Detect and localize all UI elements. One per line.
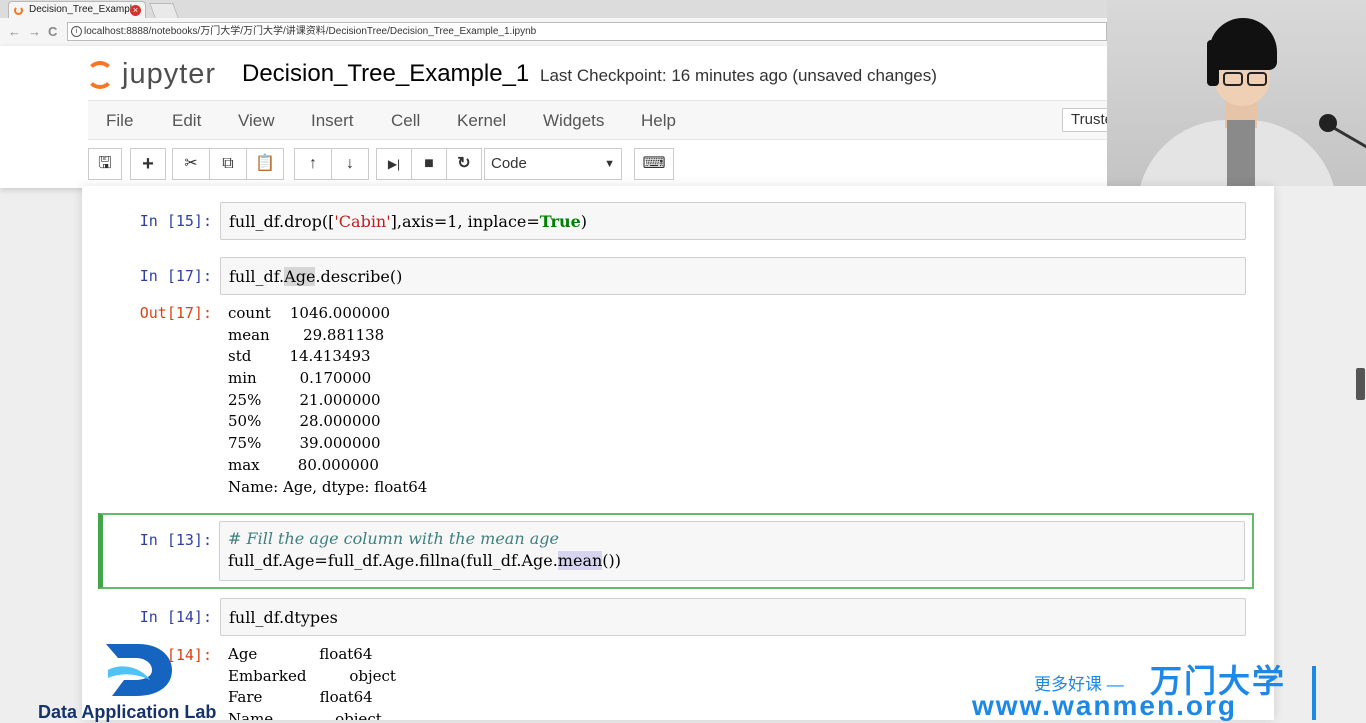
reload-icon[interactable]: C [48,24,57,39]
code-token: full_df.Age=full_df.Age.fillna(full_df.A… [228,551,558,570]
code-input[interactable]: full_df.dtypes [220,598,1246,636]
cell-type-select[interactable]: Code ▼ [484,148,622,180]
cell-output: count 1046.000000 mean 29.881138 std 14.… [228,303,427,498]
presenter-shirt [1227,120,1255,186]
input-prompt: In [15]: [139,212,212,230]
code-comment: # Fill the age column with the mean age [228,529,559,548]
back-icon[interactable]: ← [8,24,21,39]
url-field[interactable]: i localhost:8888/notebooks/万门大学/万门大学/讲课资… [67,22,1107,41]
paste-icon[interactable]: 📋 [246,148,284,180]
code-line: full_df.Age.describe() [229,266,1237,288]
input-prompt: In [17]: [139,267,212,285]
run-icon[interactable]: ▶| [376,148,412,180]
glasses-right [1247,72,1267,86]
jupyter-logo-icon [86,61,114,89]
browser-tab-title: Decision_Tree_Exampl [29,4,133,15]
input-prompt: In [13]: [139,531,212,549]
code-highlight: Age [284,267,316,286]
restart-icon[interactable]: ↻ [446,148,482,180]
menu-kernel[interactable]: Kernel [457,111,506,131]
tab-close-icon[interactable]: × [130,5,141,16]
jupyter-favicon-icon [14,6,23,15]
output-line: mean 29.881138 [228,325,385,344]
output-prompt: Out[17]: [139,304,212,322]
code-token: ],axis=1, inplace= [390,212,540,231]
output-line: 50% 28.000000 [228,412,381,431]
output-line: 75% 39.000000 [228,434,381,453]
wanmen-url: www.wanmen.org [972,690,1237,721]
chevron-down-icon: ▼ [604,158,615,170]
code-keyword: True [539,212,581,231]
notebook-container: In [15]: full_df.drop(['Cabin'],axis=1, … [82,186,1274,720]
cell-type-value: Code [491,155,527,172]
cut-icon[interactable]: ✂ [172,148,210,180]
browser-tab-strip: Decision_Tree_Exampl × [0,0,1107,18]
output-line: 25% 21.000000 [228,390,381,409]
code-string: 'Cabin' [334,212,391,231]
output-line: max 80.000000 [228,455,379,474]
code-input[interactable]: full_df.drop(['Cabin'],axis=1, inplace=T… [220,202,1246,240]
save-icon[interactable]: 🖫 [88,148,122,180]
glasses-icon [1223,72,1243,86]
move-up-icon[interactable]: ↑ [294,148,332,180]
input-prompt: In [14]: [139,608,212,626]
add-cell-icon[interactable]: + [130,148,166,180]
stop-icon[interactable]: ■ [411,148,447,180]
move-down-icon[interactable]: ↓ [331,148,369,180]
code-token: full_df.drop([ [229,212,335,231]
menu-help[interactable]: Help [641,111,676,131]
jupyter-header: jupyter Decision_Tree_Example_1 Last Che… [0,46,1122,188]
presenter-hair-side [1207,40,1219,86]
menu-widgets[interactable]: Widgets [543,111,604,131]
output-line: Name: Age, dtype: float64 [228,477,428,496]
menu-file[interactable]: File [106,111,133,131]
microphone-icon [1319,114,1337,132]
code-token: full_df. [229,267,285,286]
code-token: ) [580,212,588,231]
code-line: full_df.drop(['Cabin'],axis=1, inplace=T… [229,211,1237,233]
output-line: count 1046.000000 [228,304,391,322]
menu-bar: File Edit View Insert Cell Kernel Widget… [88,100,1122,140]
wanmen-watermark: 更多好课 — 万门大学 www.wanmen.org [972,660,1322,721]
code-input[interactable]: full_df.Age.describe() [220,257,1246,295]
menu-cell[interactable]: Cell [391,111,420,131]
presenter-webcam [1107,0,1366,186]
code-cell[interactable]: In [15]: full_df.drop(['Cabin'],axis=1, … [98,202,1258,242]
page-scrollbar[interactable] [1356,368,1365,400]
code-cell[interactable]: In [17]: full_df.Age.describe() Out[17]:… [98,257,1258,497]
new-tab-button[interactable] [149,3,179,18]
notebook-title[interactable]: Decision_Tree_Example_1 [242,60,529,88]
data-application-lab-logo: Data Application Lab [38,638,258,722]
code-line: full_df.Age=full_df.Age.fillna(full_df.A… [228,550,1236,572]
notebook-toolbar: 🖫 + ✂ ⧉ 📋 ↑ ↓ ▶| ■ ↻ Code ▼ ⌨ [88,146,1107,182]
code-token: .describe() [315,267,403,286]
code-highlight: mean [557,551,603,570]
keyboard-icon[interactable]: ⌨ [634,148,674,180]
output-line: std 14.413493 [228,347,371,366]
browser-tab[interactable]: Decision_Tree_Exampl × [8,1,146,18]
code-token: ()) [602,551,622,570]
code-cell-selected[interactable]: In [13]: # Fill the age column with the … [98,513,1254,589]
menu-insert[interactable]: Insert [311,111,354,131]
forward-icon[interactable]: → [28,24,41,39]
address-bar: ← → C i localhost:8888/notebooks/万门大学/万门… [0,18,1107,47]
copy-icon[interactable]: ⧉ [209,148,247,180]
checkpoint-status: Last Checkpoint: 16 minutes ago (unsaved… [540,66,937,85]
jupyter-logo[interactable]: jupyter [86,58,236,92]
url-text: localhost:8888/notebooks/万门大学/万门大学/讲课资料/… [84,26,537,37]
info-icon[interactable]: i [71,26,82,37]
jupyter-logo-text: jupyter [122,58,217,90]
code-input[interactable]: # Fill the age column with the mean age … [219,521,1245,581]
dal-logo-icon [106,644,172,696]
code-line: full_df.dtypes [229,608,338,627]
wanmen-divider [1312,666,1316,720]
microphone-arm [1332,126,1366,149]
presenter-hair [1209,18,1277,70]
menu-view[interactable]: View [238,111,275,131]
output-line: min 0.170000 [228,369,372,388]
menu-edit[interactable]: Edit [172,111,201,131]
